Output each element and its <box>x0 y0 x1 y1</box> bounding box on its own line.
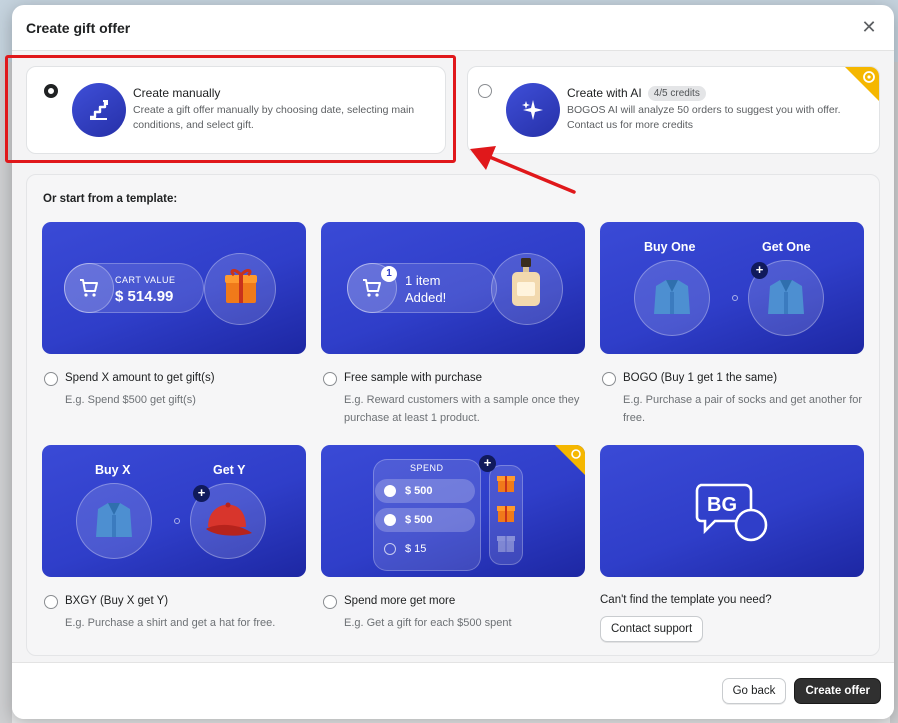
gift-box-icon <box>225 268 257 303</box>
spend-row-value: $ 500 <box>405 514 433 526</box>
option-ai-radio[interactable] <box>478 84 492 98</box>
cap-icon <box>206 502 252 536</box>
shirt-icon <box>768 280 804 314</box>
connector-dot <box>174 518 180 524</box>
unchecked-icon <box>384 543 396 555</box>
spend-row: $ 15 <box>375 537 475 561</box>
spend-row-value: $ 500 <box>405 485 433 497</box>
gift-box-icon <box>497 506 515 522</box>
spend-label: SPEND <box>410 463 444 473</box>
option-ai-description: BOGOS AI will analyze 50 orders to sugge… <box>567 104 841 131</box>
templates-panel: Or start from a template: CART VALUE $ 5… <box>26 174 880 656</box>
template-spend-x-desc: E.g. Spend $500 get gift(s) <box>65 394 196 406</box>
support-question: Can't find the template you need? <box>600 594 772 606</box>
bxgy-right-label: Get Y <box>213 463 246 477</box>
sparkle-icon <box>506 83 560 137</box>
bogo-right-label: Get One <box>762 240 811 254</box>
template-spend-x-image[interactable]: CART VALUE $ 514.99 <box>42 222 306 354</box>
spend-row: $ 500 <box>375 479 475 503</box>
plus-icon: + <box>479 455 496 472</box>
template-bogo-desc: E.g. Purchase a pair of socks and get an… <box>623 394 863 424</box>
highlight-annotation <box>5 55 456 163</box>
template-spend-more-desc: E.g. Get a gift for each $500 spent <box>344 617 512 629</box>
arrow-annotation-icon <box>470 146 576 194</box>
modal-header: Create gift offer ✕ <box>12 5 894 51</box>
modal-footer: Go back Create offer <box>12 662 894 719</box>
shirt-icon <box>654 280 690 314</box>
chat-bubbles-icon: BG <box>695 483 768 542</box>
template-bxgy-desc: E.g. Purchase a shirt and get a hat for … <box>65 617 276 629</box>
create-offer-button[interactable]: Create offer <box>794 678 881 704</box>
close-icon: ✕ <box>861 17 877 37</box>
shirt-icon <box>96 503 132 537</box>
contact-support-button[interactable]: Contact support <box>600 616 704 642</box>
go-back-button[interactable]: Go back <box>721 678 787 704</box>
cart-value-amount: $ 514.99 <box>115 288 174 305</box>
sample-line-2: Added! <box>405 290 447 305</box>
template-spend-more-radio[interactable] <box>323 595 337 609</box>
template-bogo-radio[interactable] <box>602 372 616 386</box>
template-spend-x-title: Spend X amount to get gift(s) <box>65 372 215 384</box>
cart-icon <box>80 279 98 297</box>
cart-value-label: CART VALUE <box>115 275 176 285</box>
connector-dot <box>732 295 738 301</box>
template-spend-more-image[interactable]: SPEND $ 500 $ 500 $ 15 + <box>321 445 585 577</box>
template-bxgy-image[interactable]: Buy X Get Y + <box>42 445 306 577</box>
gift-box-icon <box>497 536 515 552</box>
check-icon <box>384 514 396 526</box>
template-free-sample-radio[interactable] <box>323 372 337 386</box>
bxgy-left-label: Buy X <box>95 463 131 477</box>
spend-row: $ 500 <box>375 508 475 532</box>
template-free-sample-title: Free sample with purchase <box>344 372 483 384</box>
credits-badge: 4/5 credits <box>647 86 706 101</box>
template-custom-image: BG <box>600 445 864 577</box>
svg-text:BG: BG <box>707 494 737 516</box>
template-free-sample-image[interactable]: 1 1 item Added! <box>321 222 585 354</box>
template-bxgy-title: BXGY (Buy X get Y) <box>65 595 169 607</box>
premium-ribbon-icon <box>555 445 585 475</box>
template-spend-more-title: Spend more get more <box>344 595 456 607</box>
check-icon <box>384 485 396 497</box>
template-free-sample-desc: E.g. Reward customers with a sample once… <box>344 394 580 424</box>
template-spend-x-radio[interactable] <box>44 372 58 386</box>
sample-line-1: 1 item <box>405 273 441 288</box>
option-ai-title: Create with AI <box>567 86 642 100</box>
templates-heading: Or start from a template: <box>43 193 178 205</box>
item-count-badge: 1 <box>381 266 397 282</box>
modal-title: Create gift offer <box>26 19 131 36</box>
premium-ribbon-icon <box>845 67 879 101</box>
spend-row-value: $ 15 <box>405 543 427 555</box>
template-bogo-image[interactable]: Buy One Get One + <box>600 222 864 354</box>
bogo-left-label: Buy One <box>644 240 696 254</box>
template-bogo-title: BOGO (Buy 1 get 1 the same) <box>623 372 778 384</box>
close-button[interactable]: ✕ <box>859 17 879 38</box>
gift-box-icon <box>497 476 515 492</box>
template-bxgy-radio[interactable] <box>44 595 58 609</box>
option-ai-title-row: Create with AI 4/5 credits <box>567 86 706 101</box>
perfume-bottle-icon <box>512 258 540 306</box>
cart-icon <box>363 279 381 297</box>
